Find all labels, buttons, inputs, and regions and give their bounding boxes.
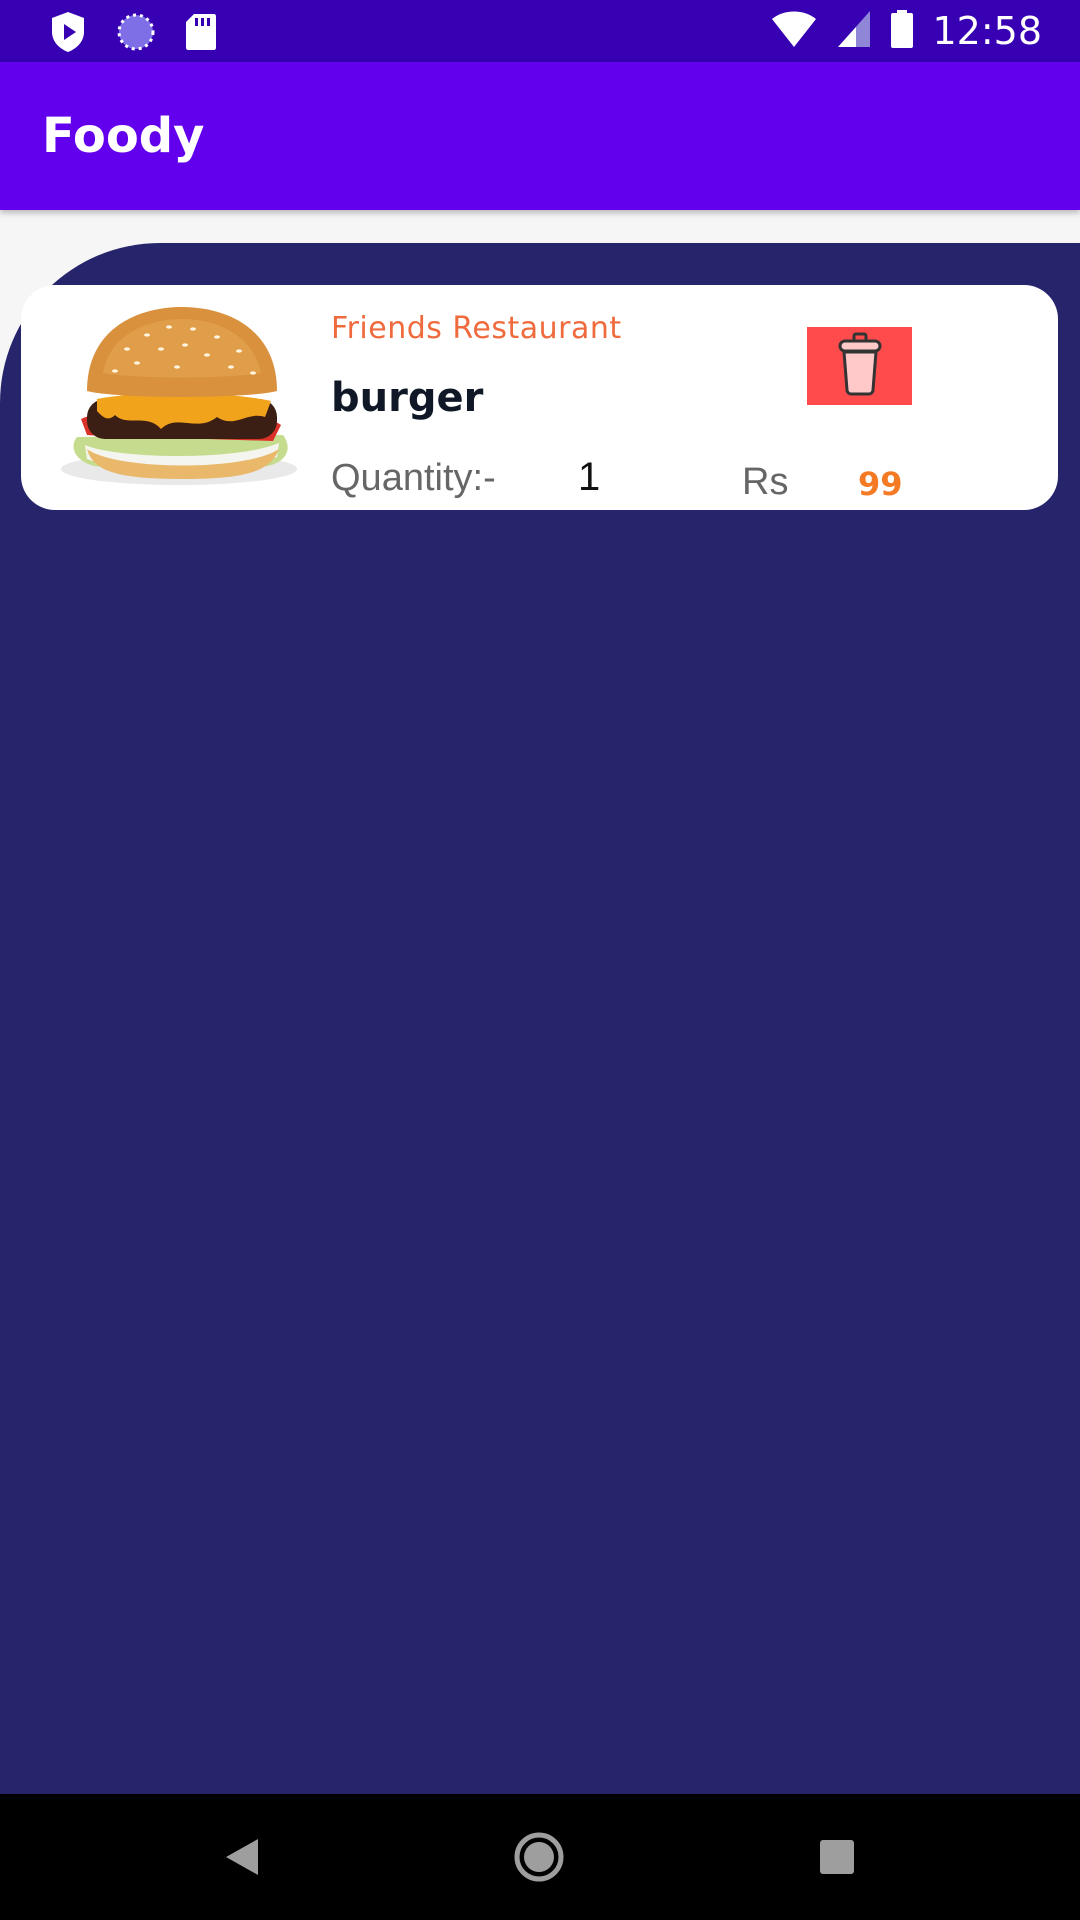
sd-card-icon: [184, 12, 218, 57]
status-bar: 12:58: [0, 0, 1080, 62]
sync-progress-icon: [116, 12, 156, 57]
clock: 12:58: [932, 9, 1042, 53]
burger-image: [57, 299, 307, 499]
navigation-bar: [0, 1794, 1080, 1920]
app-bar: Foody: [0, 62, 1080, 210]
home-icon[interactable]: [509, 1827, 569, 1887]
restaurant-name: Friends Restaurant: [331, 311, 622, 346]
delete-item-button[interactable]: [807, 327, 912, 405]
play-protect-icon: [48, 10, 88, 59]
quantity-label: Quantity:-: [331, 457, 496, 499]
trash-icon: [837, 332, 883, 401]
app-title: Foody: [42, 108, 205, 164]
currency-label: Rs: [742, 461, 789, 503]
cart-item-card[interactable]: Friends Restaurant burger Quantity:- 1 R…: [21, 285, 1058, 510]
item-name: burger: [331, 375, 484, 421]
recents-icon[interactable]: [807, 1827, 867, 1887]
signal-icon: [836, 9, 872, 54]
status-left-icons: [48, 10, 218, 59]
wifi-icon: [770, 9, 818, 54]
quantity-value: 1: [578, 455, 601, 499]
back-icon[interactable]: [212, 1827, 272, 1887]
price-value: 99: [858, 465, 903, 503]
battery-icon: [890, 9, 914, 54]
status-right-icons: 12:58: [770, 6, 1042, 56]
